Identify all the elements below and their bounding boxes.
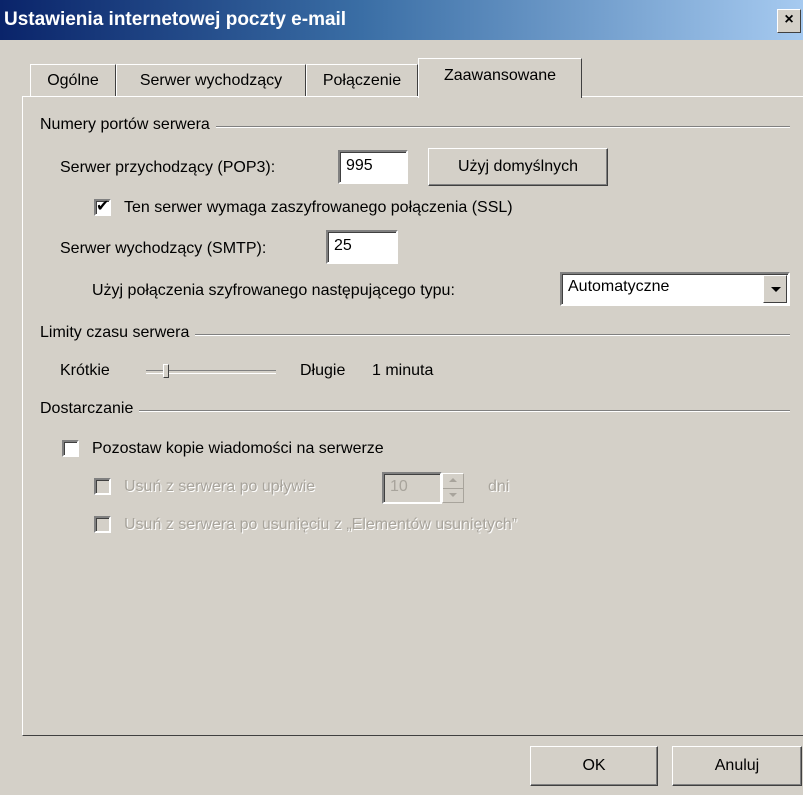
use-defaults-button[interactable]: Użyj domyślnych xyxy=(428,148,608,186)
spinner-down-icon[interactable] xyxy=(443,488,463,502)
tab-general[interactable]: Ogólne xyxy=(30,64,116,96)
timeout-short-label: Krótkie xyxy=(60,362,110,379)
delivery-group-divider xyxy=(40,410,790,412)
checkmark-icon: ✔ xyxy=(96,198,110,215)
days-unit-label: dni xyxy=(488,478,510,495)
window-title: Ustawienia internetowej poczty e-mail xyxy=(4,9,347,30)
timeout-long-label: Długie xyxy=(300,362,346,379)
cancel-label: Anuluj xyxy=(714,757,760,774)
chevron-down-icon[interactable] xyxy=(763,275,787,303)
remove-deleted-checkbox[interactable] xyxy=(94,516,111,533)
outgoing-port-label: Serwer wychodzący (SMTP): xyxy=(60,240,267,257)
ssl-label: Ten serwer wymaga zaszyfrowanego połącze… xyxy=(124,199,513,216)
days-spinner[interactable] xyxy=(442,473,464,503)
incoming-port-value: 995 xyxy=(346,157,373,174)
incoming-port-input[interactable]: 995 xyxy=(338,150,408,184)
title-bar[interactable]: Ustawienia internetowej poczty e-mail × xyxy=(0,0,803,40)
tab-outgoing-server[interactable]: Serwer wychodzący xyxy=(116,64,306,96)
use-defaults-label: Użyj domyślnych xyxy=(457,158,579,175)
delivery-group-label: Dostarczanie xyxy=(40,400,140,418)
ok-button[interactable]: OK xyxy=(530,746,658,786)
remove-after-days-value: 10 xyxy=(390,478,408,495)
close-icon: × xyxy=(784,11,794,28)
cancel-button[interactable]: Anuluj xyxy=(672,746,802,786)
tab-connection[interactable]: Połączenie xyxy=(306,64,418,96)
encryption-type-select[interactable]: Automatyczne xyxy=(560,272,790,306)
incoming-port-label: Serwer przychodzący (POP3): xyxy=(60,159,276,176)
tab-general-label: Ogólne xyxy=(47,72,99,89)
remove-after-days-input[interactable]: 10 xyxy=(382,472,442,504)
leave-copy-checkbox[interactable] xyxy=(62,440,79,457)
ok-label: OK xyxy=(582,757,606,774)
remove-after-checkbox[interactable] xyxy=(94,478,111,495)
tab-advanced-label: Zaawansowane xyxy=(443,67,557,84)
remove-deleted-label: Usuń z serwera po usunięciu z „Elementów… xyxy=(124,516,518,533)
timeouts-group-label: Limity czasu serwera xyxy=(40,324,196,342)
outgoing-port-value: 25 xyxy=(334,237,352,254)
email-settings-dialog: Ustawienia internetowej poczty e-mail × … xyxy=(0,0,803,795)
remove-after-label: Usuń z serwera po upływie xyxy=(124,478,316,495)
close-button[interactable]: × xyxy=(777,9,801,33)
timeout-slider-thumb[interactable] xyxy=(162,364,169,378)
tab-outgoing-server-label: Serwer wychodzący xyxy=(139,72,283,89)
tab-advanced[interactable]: Zaawansowane xyxy=(418,58,582,98)
ssl-checkbox[interactable]: ✔ xyxy=(94,199,111,216)
timeout-value-label: 1 minuta xyxy=(372,362,434,379)
spinner-up-icon[interactable] xyxy=(443,474,463,489)
leave-copy-label: Pozostaw kopie wiadomości na serwerze xyxy=(92,440,384,457)
outgoing-port-input[interactable]: 25 xyxy=(326,230,398,264)
tab-connection-label: Połączenie xyxy=(322,72,402,89)
ports-group-label: Numery portów serwera xyxy=(40,116,216,134)
encryption-type-value: Automatyczne xyxy=(568,278,670,295)
encryption-type-label: Użyj połączenia szyfrowanego następujące… xyxy=(92,282,455,299)
